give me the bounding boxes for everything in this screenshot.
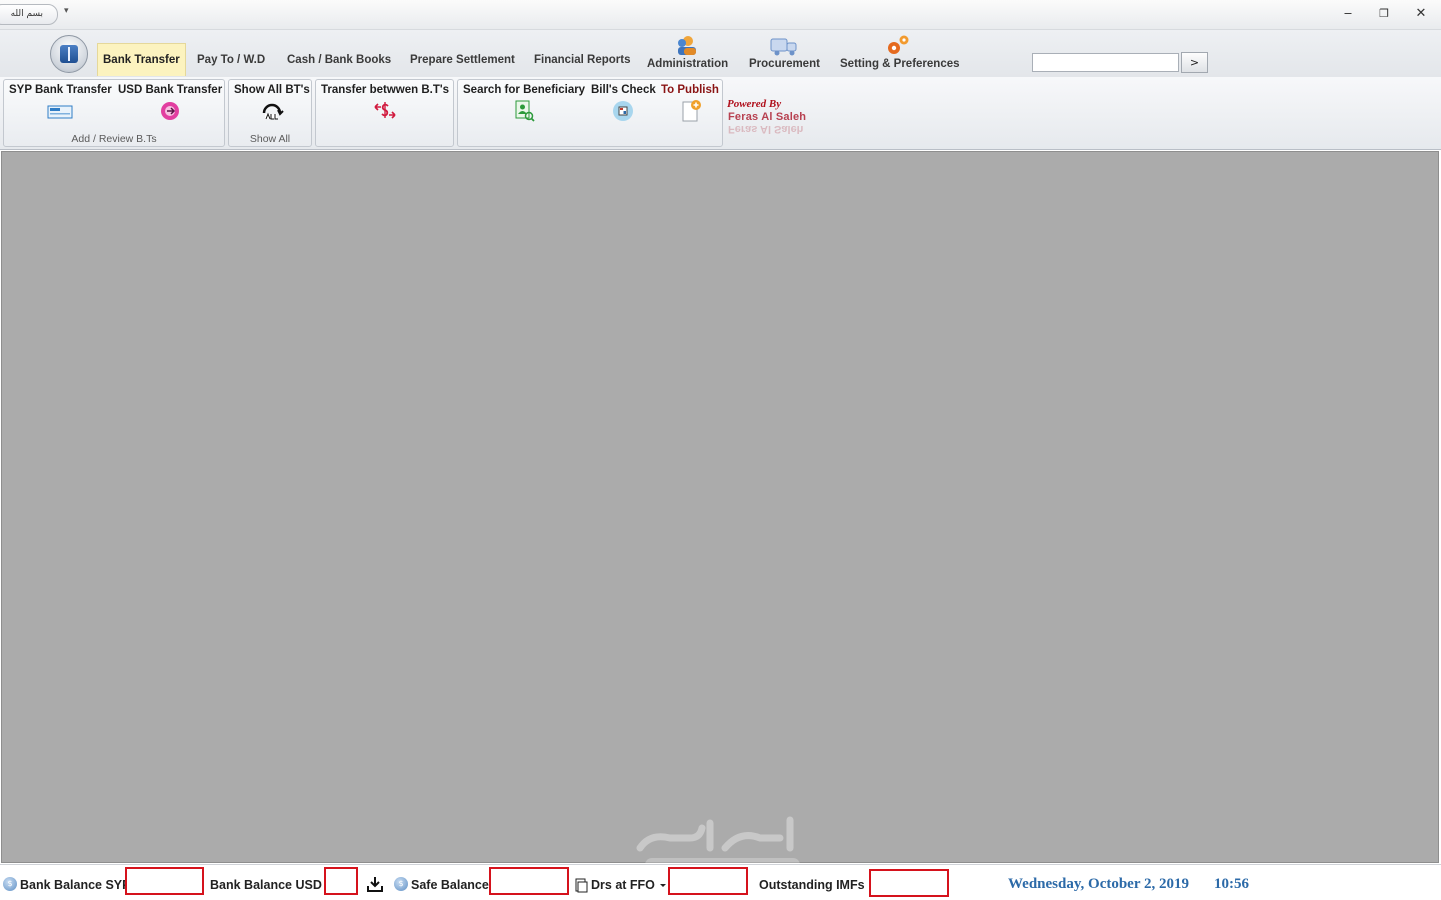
powered-by-label: Powered By <box>727 98 782 110</box>
search-beneficiary-label: Search for Beneficiary <box>463 84 586 96</box>
transfer-between-bts-label: Transfer betwwen B.T's <box>321 84 449 96</box>
gears-icon <box>887 35 909 54</box>
drs-at-ffo-value <box>668 867 748 895</box>
contact-search-icon <box>515 100 535 122</box>
status-time: 10:56 <box>1214 876 1249 892</box>
globe-transfer-icon <box>161 102 180 120</box>
tab-cash-bank-books[interactable]: Cash / Bank Books <box>287 48 391 74</box>
tab-bank-transfer[interactable]: Bank Transfer <box>97 43 186 76</box>
group-show-all: Show All BT's Show All <box>228 79 312 147</box>
minimize-button[interactable]: ‒ <box>1337 5 1359 23</box>
ribbon-tab-row: Bank Transfer Pay To / W.D Cash / Bank B… <box>0 30 1441 77</box>
bank-balance-syp-label: Bank Balance SYP <box>20 878 131 892</box>
tab-financial-reports[interactable]: Financial Reports <box>534 48 631 74</box>
bank-card-icon <box>47 105 73 119</box>
bank-balance-syp-value <box>125 867 204 895</box>
bills-check-button[interactable]: Bill's Check <box>591 84 656 123</box>
quick-access-toolbar[interactable]: بسم الله <box>0 4 58 25</box>
money-transfer-icon <box>374 102 396 119</box>
syp-bank-transfer-label: SYP Bank Transfer <box>9 84 112 96</box>
group-tools: Search for Beneficiary Bill's Check To P… <box>457 79 723 147</box>
tab-prepare-settlement[interactable]: Prepare Settlement <box>410 48 515 74</box>
title-bar: بسم الله ▾ ‒ ❐ ✕ <box>0 0 1441 30</box>
safe-balance-value <box>489 867 569 895</box>
author-label: Feras Al Saleh <box>728 111 807 123</box>
outstanding-imfs-label: Outstanding IMFs <box>759 878 865 892</box>
usd-bank-transfer-label: USD Bank Transfer <box>118 84 223 96</box>
group-transfer: Transfer betwwen B.T's <box>315 79 454 147</box>
ribbon-panel: SYP Bank Transfer USD Bank Transfer Add … <box>0 77 1441 150</box>
publish-document-icon <box>682 100 701 122</box>
clipboard-icon <box>575 878 588 893</box>
to-publish-label: To Publish <box>661 84 719 96</box>
search-input[interactable] <box>1032 53 1179 72</box>
syp-bank-transfer-button[interactable]: SYP Bank Transfer <box>9 84 112 123</box>
group-show-all-title: Show All <box>249 133 291 145</box>
tab-pay-to[interactable]: Pay To / W.D <box>197 48 265 74</box>
coin-icon: $ <box>394 877 408 891</box>
bank-balance-usd-label: Bank Balance USD <box>210 878 322 892</box>
application-menu-button[interactable] <box>50 35 88 73</box>
status-bar: $ Bank Balance SYP Bank Balance USD $ Sa… <box>0 864 1441 900</box>
show-all-bts-button[interactable]: Show All BT's <box>234 84 310 123</box>
safe-balance-label: Safe Balance <box>411 878 489 892</box>
chevron-down-icon[interactable] <box>659 883 667 889</box>
to-publish-button[interactable]: To Publish <box>661 84 719 123</box>
show-all-bts-label: Show All BT's <box>234 84 310 96</box>
restore-button[interactable]: ❐ <box>1373 5 1395 23</box>
show-all-icon <box>262 103 284 120</box>
app-logo-icon <box>60 45 78 63</box>
search-go-button[interactable]: > <box>1181 52 1208 73</box>
bills-check-label: Bill's Check <box>591 84 656 96</box>
group-add-review: SYP Bank Transfer USD Bank Transfer Add … <box>3 79 225 147</box>
tab-administration-label: Administration <box>647 58 729 70</box>
tab-procurement[interactable]: Procurement <box>749 33 820 70</box>
author-reflection: Feras Al Saleh <box>728 123 804 135</box>
administration-icon <box>677 36 696 55</box>
outstanding-imfs-value <box>869 869 949 897</box>
truck-icon <box>770 38 797 56</box>
tab-procurement-label: Procurement <box>749 58 820 70</box>
usd-bank-transfer-button[interactable]: USD Bank Transfer <box>118 84 222 123</box>
group-add-review-title: Add / Review B.Ts <box>71 133 157 145</box>
transfer-between-bts-button[interactable]: Transfer betwwen B.T's <box>321 84 449 123</box>
search-beneficiary-button[interactable]: Search for Beneficiary <box>463 84 585 123</box>
tab-settings-label: Setting & Preferences <box>840 58 960 70</box>
status-date: Wednesday, October 2, 2019 <box>1008 876 1189 892</box>
tab-settings[interactable]: Setting & Preferences <box>840 33 960 70</box>
mdi-workspace <box>1 151 1439 863</box>
bills-check-icon <box>613 101 634 121</box>
coin-icon: $ <box>3 877 17 891</box>
bank-balance-usd-value <box>324 867 358 895</box>
download-icon[interactable] <box>366 875 384 893</box>
tab-administration[interactable]: Administration <box>647 33 728 70</box>
quick-access-dropdown-icon[interactable]: ▾ <box>64 6 69 16</box>
drs-at-ffo-label[interactable]: Drs at FFO <box>591 878 655 892</box>
close-button[interactable]: ✕ <box>1410 5 1432 23</box>
